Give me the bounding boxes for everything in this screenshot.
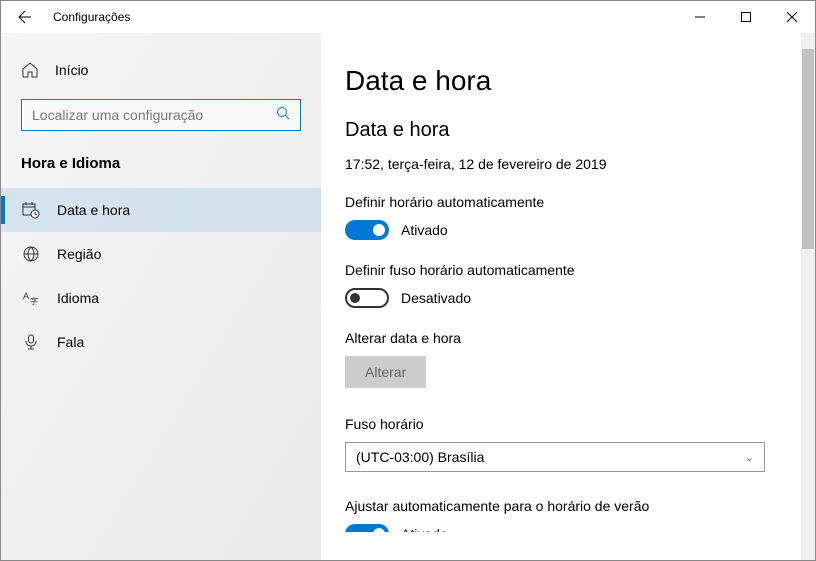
dst-label: Ajustar automaticamente para o horário d… xyxy=(345,498,779,514)
auto-time-toggle[interactable] xyxy=(345,220,389,240)
home-nav[interactable]: Início xyxy=(1,53,321,87)
change-button[interactable]: Alterar xyxy=(345,356,426,388)
auto-tz-state: Desativado xyxy=(401,290,471,306)
sidebar-item-label: Fala xyxy=(57,334,84,350)
auto-time-state: Ativado xyxy=(401,222,448,238)
sidebar-item-date-time[interactable]: Data e hora xyxy=(1,188,321,232)
titlebar: Configurações xyxy=(1,1,815,33)
scrollbar-thumb[interactable] xyxy=(802,49,814,249)
window-title: Configurações xyxy=(53,10,130,24)
home-icon xyxy=(21,61,39,79)
section-header: Hora e Idioma xyxy=(1,149,321,188)
back-button[interactable] xyxy=(9,1,41,33)
timezone-value: (UTC-03:00) Brasília xyxy=(356,449,484,465)
sidebar-item-speech[interactable]: Fala xyxy=(1,320,321,364)
search-input[interactable] xyxy=(22,107,266,123)
timezone-select[interactable]: (UTC-03:00) Brasília ⌄ xyxy=(345,442,765,472)
microphone-icon xyxy=(21,332,41,352)
dst-toggle[interactable] xyxy=(345,524,389,532)
window-controls xyxy=(677,1,815,33)
sidebar-item-label: Data e hora xyxy=(57,202,130,218)
tz-label: Fuso horário xyxy=(345,416,779,432)
content-area: Início Hora e Idioma Data e hora Reg xyxy=(1,33,815,560)
sidebar-item-label: Idioma xyxy=(57,290,99,306)
globe-icon xyxy=(21,244,41,264)
sidebar-item-region[interactable]: Região xyxy=(1,232,321,276)
sidebar: Início Hora e Idioma Data e hora Reg xyxy=(1,33,321,560)
minimize-button[interactable] xyxy=(677,1,723,33)
change-dt-label: Alterar data e hora xyxy=(345,330,779,346)
settings-window: Configurações Início xyxy=(0,0,816,561)
calendar-clock-icon xyxy=(21,200,41,220)
arrow-left-icon xyxy=(17,9,33,25)
scrollbar-track[interactable] xyxy=(801,33,815,560)
sidebar-item-language[interactable]: A字 Idioma xyxy=(1,276,321,320)
maximize-button[interactable] xyxy=(723,1,769,33)
search-icon xyxy=(266,106,300,125)
sub-heading: Data e hora xyxy=(345,119,779,142)
auto-time-toggle-row: Ativado xyxy=(345,220,779,240)
auto-tz-toggle-row: Desativado xyxy=(345,288,779,308)
auto-tz-label: Definir fuso horário automaticamente xyxy=(345,262,779,278)
main-content: Data e hora Data e hora 17:52, terça-fei… xyxy=(321,33,815,560)
language-icon: A字 xyxy=(21,288,41,308)
close-icon xyxy=(787,12,797,22)
svg-text:字: 字 xyxy=(30,296,38,306)
maximize-icon xyxy=(741,12,751,22)
search-box[interactable] xyxy=(21,99,301,131)
minimize-icon xyxy=(695,12,705,22)
page-title: Data e hora xyxy=(345,65,779,97)
svg-text:A: A xyxy=(23,291,29,301)
close-button[interactable] xyxy=(769,1,815,33)
dst-state: Ativado xyxy=(401,526,448,532)
auto-tz-toggle[interactable] xyxy=(345,288,389,308)
chevron-down-icon: ⌄ xyxy=(745,451,754,464)
sidebar-item-label: Região xyxy=(57,246,101,262)
auto-time-label: Definir horário automaticamente xyxy=(345,194,779,210)
home-label: Início xyxy=(55,62,88,78)
dst-toggle-row: Ativado xyxy=(345,524,779,532)
current-datetime: 17:52, terça-feira, 12 de fevereiro de 2… xyxy=(345,156,779,172)
